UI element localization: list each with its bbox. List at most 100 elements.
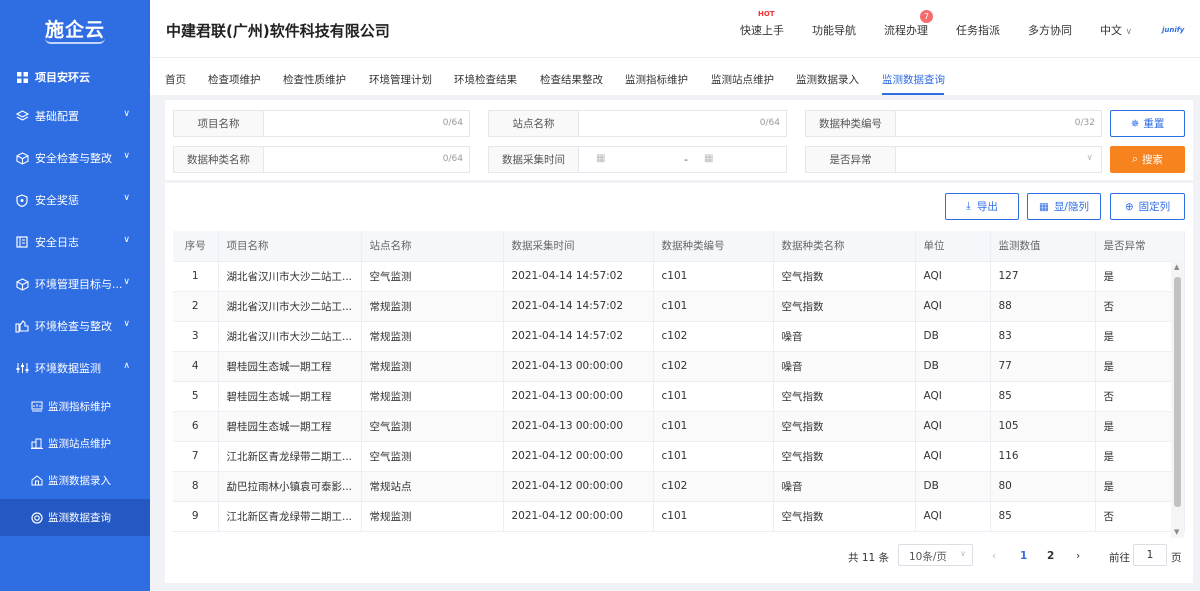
sidebar-subitem-query[interactable]: 监测数据查询	[0, 499, 150, 536]
table-row[interactable]: 3 湖北省汉川市大沙二站工... 常规监测 2021-04-14 14:57:02 c1…	[173, 321, 1185, 352]
table-cell: 常规监测	[361, 501, 504, 532]
grid-icon	[15, 70, 29, 84]
tab-station[interactable]: 监测站点维护	[711, 72, 774, 87]
column-header[interactable]: 数据种类名称	[773, 231, 916, 262]
sidebar-item-label: 安全日志	[35, 236, 79, 249]
export-button[interactable]: ⤓ 导出	[945, 193, 1019, 220]
column-header[interactable]: 数据采集时间	[503, 231, 654, 262]
nav-collab[interactable]: 多方协同	[1028, 22, 1072, 38]
sidebar-item-safety-log[interactable]: 安全日志 ∨	[0, 221, 150, 263]
column-header[interactable]: 项目名称	[218, 231, 362, 262]
sidebar-subitem-label: 监测站点维护	[48, 438, 111, 450]
sidebar-item-env-target[interactable]: 环境管理目标与... ∨	[0, 263, 150, 305]
notification-badge: 7	[920, 10, 933, 23]
fix-columns-button[interactable]: ⊕ 固定列	[1110, 193, 1185, 220]
abnormal-select[interactable]: 是否异常 ∨	[805, 146, 1102, 173]
table-cell: 常规监测	[361, 291, 504, 322]
table-cell: 空气指数	[773, 381, 916, 412]
sidebar-item-label: 基础配置	[35, 110, 79, 123]
page-size-select[interactable]: 10条/页 ∨	[898, 544, 973, 566]
project-name-field[interactable]: 项目名称 0/64	[173, 110, 470, 137]
column-header[interactable]: 站点名称	[361, 231, 504, 262]
table-row[interactable]: 1 湖北省汉川市大沙二站工... 空气监测 2021-04-14 14:57:02 c1…	[173, 261, 1185, 292]
building-icon	[30, 437, 43, 450]
goto-page-input[interactable]: 1	[1133, 544, 1167, 566]
table-header-row: 序号 项目名称 站点名称 数据采集时间 数据种类编号 数据种类名称 单位 监测数…	[173, 231, 1185, 262]
tab-bar: 首页 检查项维护 检查性质维护 环境管理计划 环境检查结果 检查结果整改 监测指…	[150, 58, 1200, 95]
field-label: 是否异常	[806, 147, 896, 172]
sidebar-item-project-cloud[interactable]: 项目安环云	[0, 56, 150, 98]
scroll-up-icon[interactable]: ▲	[1174, 263, 1179, 271]
sliders-icon	[15, 361, 29, 375]
table-scrollbar[interactable]: ▲ ▼	[1171, 261, 1184, 538]
column-header[interactable]: 数据种类编号	[653, 231, 774, 262]
goto-prefix: 前往	[1109, 552, 1130, 564]
next-page-icon[interactable]: ›	[1076, 550, 1080, 562]
tab-env-plan[interactable]: 环境管理计划	[369, 72, 432, 87]
table-cell: 空气指数	[773, 411, 916, 442]
language-select[interactable]: 中文 ∨	[1100, 22, 1132, 38]
sidebar-subitem-entry[interactable]: 监测数据录入	[0, 462, 150, 499]
chevron-down-icon: ∨	[1125, 27, 1133, 37]
sidebar-item-env-check[interactable]: 环境检查与整改 ∨	[0, 305, 150, 347]
column-header[interactable]: 监测数值	[990, 231, 1096, 262]
collect-time-range[interactable]: 数据采集时间 ▦ - ▦	[488, 146, 787, 173]
chevron-down-icon: ∨	[123, 193, 130, 203]
nav-task[interactable]: 任务指派	[956, 22, 1000, 38]
table-row[interactable]: 8 勐巴拉雨林小镇袁可泰影... 常规站点 2021-04-12 00:00:00 c1…	[173, 471, 1185, 502]
tab-home[interactable]: 首页	[165, 72, 186, 87]
nav-quick-start[interactable]: HOT 快速上手	[740, 10, 784, 38]
column-header[interactable]: 单位	[915, 231, 991, 262]
table-row[interactable]: 6 碧桂园生态城一期工程 空气监测 2021-04-13 00:00:00 c101 空气…	[173, 411, 1185, 442]
shield-icon	[15, 193, 29, 207]
calendar-icon: ▦	[596, 153, 606, 164]
tab-check-item[interactable]: 检查项维护	[208, 72, 261, 87]
page-number[interactable]: 2	[1047, 550, 1054, 562]
sidebar-item-safety-reward[interactable]: 安全奖惩 ∨	[0, 179, 150, 221]
tab-entry[interactable]: 监测数据录入	[796, 72, 859, 87]
tab-result-fix[interactable]: 检查结果整改	[540, 72, 603, 87]
nav-process[interactable]: 7 流程办理	[884, 10, 933, 38]
search-button[interactable]: ⌕ 搜索	[1110, 146, 1185, 173]
sidebar-item-base-config[interactable]: 基础配置 ∨	[0, 95, 150, 137]
cube-icon	[15, 277, 29, 291]
column-header[interactable]: 是否异常	[1095, 231, 1185, 262]
page-number[interactable]: 1	[1020, 550, 1027, 562]
table-row[interactable]: 4 碧桂园生态城一期工程 常规监测 2021-04-13 00:00:00 c102 噪音…	[173, 351, 1185, 382]
reset-button[interactable]: ✵ 重置	[1110, 110, 1185, 137]
char-count: 0/64	[442, 154, 463, 164]
field-label: 数据种类编号	[806, 111, 896, 136]
toggle-columns-button[interactable]: ▦ 显/隐列	[1027, 193, 1101, 220]
table-cell: 空气监测	[361, 441, 504, 472]
table-cell: AQI	[915, 381, 991, 412]
prev-page-icon[interactable]: ‹	[992, 550, 996, 562]
sidebar-subitem-indicator[interactable]: 监测指标维护	[0, 388, 150, 425]
table-row[interactable]: 7 江北新区青龙绿带二期工... 空气监测 2021-04-12 00:00:00 c1…	[173, 441, 1185, 472]
tab-check-nature[interactable]: 检查性质维护	[283, 72, 346, 87]
table-row[interactable]: 9 江北新区青龙绿带二期工... 常规监测 2021-04-12 00:00:00 c1…	[173, 501, 1185, 532]
tab-query[interactable]: 监测数据查询	[882, 72, 945, 87]
sidebar-subitem-station[interactable]: 监测站点维护	[0, 425, 150, 462]
scroll-down-icon[interactable]: ▼	[1174, 528, 1179, 536]
table-row[interactable]: 2 湖北省汉川市大沙二站工... 常规监测 2021-04-14 14:57:02 c1…	[173, 291, 1185, 322]
type-code-field[interactable]: 数据种类编号 0/32	[805, 110, 1102, 137]
tab-env-result[interactable]: 环境检查结果	[454, 72, 517, 87]
tab-indicator[interactable]: 监测指标维护	[625, 72, 688, 87]
table-cell: 常规站点	[361, 471, 504, 502]
chevron-down-icon: ∨	[123, 109, 130, 119]
type-name-field[interactable]: 数据种类名称 0/64	[173, 146, 470, 173]
sidebar-item-env-monitor[interactable]: 环境数据监测 ∧	[0, 347, 150, 389]
table-cell: 116	[990, 441, 1096, 472]
table-row[interactable]: 5 碧桂园生态城一期工程 常规监测 2021-04-13 00:00:00 c101 空气…	[173, 381, 1185, 412]
range-separator: -	[684, 153, 688, 166]
char-count: 0/32	[1074, 118, 1095, 128]
column-header[interactable]: 序号	[173, 231, 219, 262]
scrollbar-thumb[interactable]	[1174, 277, 1181, 507]
table-cell: 7	[173, 441, 219, 472]
station-name-field[interactable]: 站点名称 0/64	[488, 110, 787, 137]
table-cell: 常规监测	[361, 381, 504, 412]
calendar-icon: ▦	[704, 153, 714, 164]
table-cell: 空气监测	[361, 261, 504, 292]
sidebar-item-safety-check[interactable]: 安全检查与整改 ∨	[0, 137, 150, 179]
nav-function[interactable]: 功能导航	[812, 22, 856, 38]
